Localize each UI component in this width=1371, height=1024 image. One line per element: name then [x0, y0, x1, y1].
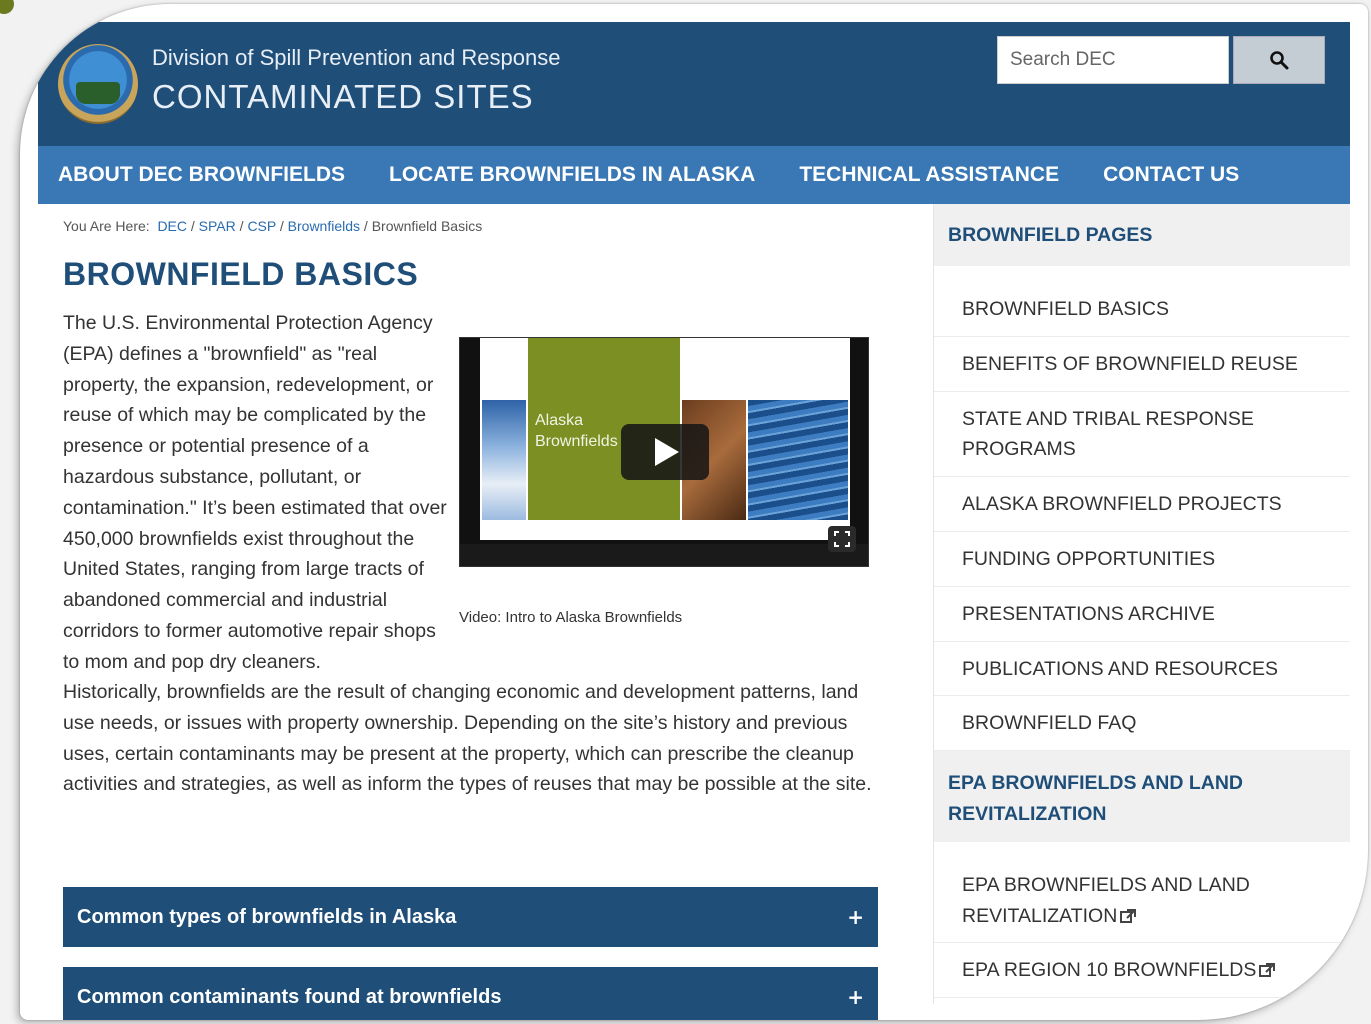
video-slide-title-line2: Brownfields: [535, 433, 618, 450]
main-nav: ABOUT DEC BROWNFIELDS LOCATE BROWNFIELDS…: [38, 146, 1350, 204]
video-slide-title: Alaska Brownfields: [535, 410, 618, 452]
breadcrumb-link-csp[interactable]: CSP: [247, 218, 276, 234]
sidebar-item-presentations[interactable]: PRESENTATIONS ARCHIVE: [934, 587, 1350, 642]
play-icon: [655, 438, 679, 466]
sidebar: BROWNFIELD PAGES BROWNFIELD BASICS BENEF…: [933, 204, 1350, 1004]
nav-contact[interactable]: CONTACT US: [1103, 163, 1239, 187]
breadcrumb-sep: /: [279, 218, 284, 234]
sidebar-item-response-programs[interactable]: STATE AND TRIBAL RESPONSE PROGRAMS: [934, 392, 1350, 478]
nav-about[interactable]: ABOUT DEC BROWNFIELDS: [58, 163, 345, 187]
accordion-label: Common types of brownfields in Alaska: [77, 905, 457, 928]
breadcrumb-prefix: You Are Here:: [63, 218, 150, 234]
nav-technical[interactable]: TECHNICAL ASSISTANCE: [799, 163, 1059, 187]
nav-locate[interactable]: LOCATE BROWNFIELDS IN ALASKA: [389, 163, 755, 187]
sidebar-heading-brownfield-pages[interactable]: BROWNFIELD PAGES: [934, 204, 1350, 266]
external-link-icon: [1120, 908, 1137, 923]
expand-icon: +: [847, 985, 864, 1009]
sidebar-item-label: EPA REGION 10 BROWNFIELDS: [962, 959, 1257, 982]
sidebar-item-projects[interactable]: ALASKA BROWNFIELD PROJECTS: [934, 477, 1350, 532]
breadcrumb-link-dec[interactable]: DEC: [157, 218, 187, 234]
search-input[interactable]: [997, 36, 1229, 84]
main-content: You Are Here: DEC / SPAR / CSP / Brownfi…: [38, 204, 918, 1020]
video-slide-title-line1: Alaska: [535, 412, 584, 429]
breadcrumb-sep: /: [239, 218, 244, 234]
sidebar-item-publications[interactable]: PUBLICATIONS AND RESOURCES: [934, 642, 1350, 697]
search-icon: [1270, 51, 1289, 70]
browser-frame: Division of Spill Prevention and Respons…: [20, 4, 1368, 1020]
sidebar-item-epa-revitalization[interactable]: EPA BROWNFIELDS AND LAND REVITALIZATION: [934, 858, 1350, 944]
expand-icon: +: [847, 905, 864, 929]
video-thumb-water: [748, 400, 848, 520]
breadcrumb-current: Brownfield Basics: [371, 218, 483, 234]
sidebar-item-basics[interactable]: BROWNFIELD BASICS: [934, 282, 1350, 337]
intro-paragraph: The U.S. Environmental Protection Agency…: [63, 312, 447, 673]
fullscreen-button[interactable]: [828, 526, 856, 552]
history-paragraph: Historically, brownfields are the result…: [63, 681, 872, 796]
video-thumb-sky: [482, 400, 526, 520]
sidebar-heading-epa[interactable]: EPA BROWNFIELDS AND LAND REVITALIZATION: [934, 751, 1350, 842]
video-control-bar[interactable]: [460, 544, 868, 566]
accordion-contaminants[interactable]: Common contaminants found at brownfields…: [63, 967, 878, 1020]
accordion-brownfield-types[interactable]: Common types of brownfields in Alaska +: [63, 887, 878, 947]
breadcrumb-link-brownfields[interactable]: Brownfields: [288, 218, 360, 234]
fullscreen-icon: [834, 531, 850, 547]
external-link-icon: [1259, 963, 1276, 978]
seal-landscape: [76, 82, 120, 104]
state-seal-logo[interactable]: [58, 44, 138, 124]
web-page: Division of Spill Prevention and Respons…: [38, 22, 1350, 1020]
sidebar-item-funding[interactable]: FUNDING OPPORTUNITIES: [934, 532, 1350, 587]
breadcrumb: You Are Here: DEC / SPAR / CSP / Brownfi…: [63, 218, 482, 234]
site-title[interactable]: CONTAMINATED SITES: [152, 78, 534, 116]
sidebar-item-benefits[interactable]: BENEFITS OF BROWNFIELD REUSE: [934, 337, 1350, 392]
accordion-label: Common contaminants found at brownfields: [77, 985, 502, 1008]
sidebar-item-epa-region10[interactable]: EPA REGION 10 BROWNFIELDS: [934, 943, 1350, 999]
breadcrumb-sep: /: [190, 218, 195, 234]
page-title: BROWNFIELD BASICS: [63, 256, 419, 292]
search-button[interactable]: [1233, 36, 1325, 84]
play-button[interactable]: [621, 424, 709, 480]
sidebar-item-faq[interactable]: BROWNFIELD FAQ: [934, 696, 1350, 752]
breadcrumb-sep: /: [363, 218, 368, 234]
sidebar-item-label: EPA BROWNFIELDS AND LAND REVITALIZATION: [962, 873, 1250, 927]
video-player[interactable]: Alaska Brownfields: [459, 337, 869, 567]
division-name: Division of Spill Prevention and Respons…: [152, 45, 561, 70]
video-caption: Video: Intro to Alaska Brownfields: [459, 609, 683, 626]
breadcrumb-link-spar[interactable]: SPAR: [199, 218, 236, 234]
site-header: Division of Spill Prevention and Respons…: [38, 22, 1350, 146]
